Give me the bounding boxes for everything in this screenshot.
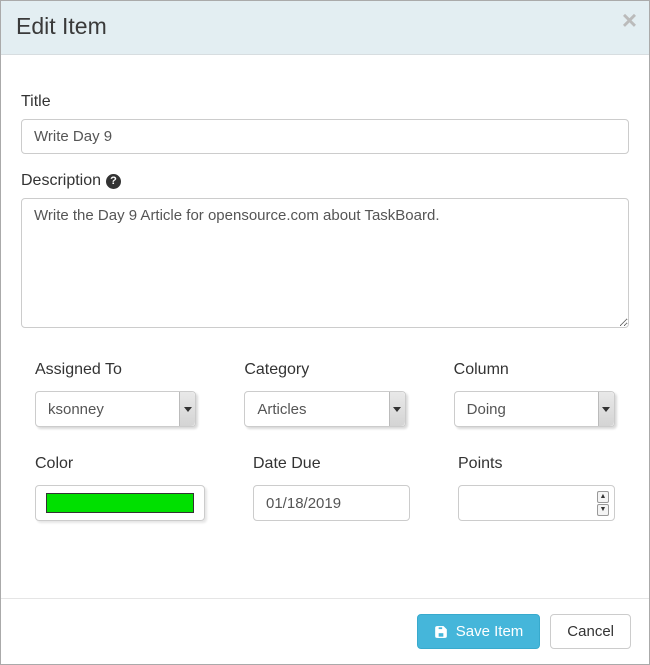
modal-title: Edit Item (16, 13, 634, 40)
save-icon (434, 625, 448, 639)
color-picker[interactable] (35, 485, 205, 521)
description-label-text: Description (21, 172, 101, 190)
cancel-button[interactable]: Cancel (550, 614, 631, 649)
column-label: Column (454, 361, 615, 379)
column-field: Column Doing (440, 361, 629, 427)
title-label: Title (21, 93, 629, 111)
help-icon[interactable]: ? (106, 174, 121, 189)
date-due-input[interactable] (253, 485, 410, 521)
color-label: Color (35, 455, 205, 473)
edit-item-modal: Edit Item × Title Description ? Assigned… (0, 0, 650, 665)
modal-body: Title Description ? Assigned To ksonney … (1, 55, 649, 531)
date-due-field: Date Due (239, 455, 424, 521)
spinner-down-icon[interactable]: ▼ (597, 504, 609, 516)
row-assigned-category-column: Assigned To ksonney Category Articles (21, 361, 629, 427)
spinner-up-icon[interactable]: ▲ (597, 491, 609, 503)
assigned-to-field: Assigned To ksonney (21, 361, 210, 427)
category-label: Category (244, 361, 405, 379)
close-icon[interactable]: × (622, 7, 637, 33)
cancel-button-label: Cancel (567, 623, 614, 640)
save-button-label: Save Item (456, 623, 524, 640)
assigned-to-select[interactable]: ksonney (35, 391, 196, 427)
column-select[interactable]: Doing (454, 391, 615, 427)
date-due-label: Date Due (253, 455, 410, 473)
row-color-date-points: Color Date Due Points ▲ ▼ (21, 455, 629, 521)
points-spinner: ▲ ▼ (597, 489, 611, 517)
category-select[interactable]: Articles (244, 391, 405, 427)
save-item-button[interactable]: Save Item (417, 614, 541, 649)
points-label: Points (458, 455, 615, 473)
description-input[interactable] (21, 198, 629, 328)
modal-header: Edit Item × (1, 1, 649, 55)
title-input[interactable] (21, 119, 629, 154)
points-input[interactable] (458, 485, 615, 521)
assigned-to-label: Assigned To (35, 361, 196, 379)
modal-footer: Save Item Cancel (1, 598, 649, 664)
description-label: Description ? (21, 172, 629, 190)
category-field: Category Articles (230, 361, 419, 427)
color-swatch (46, 493, 194, 513)
color-field: Color (21, 455, 219, 521)
points-field: Points ▲ ▼ (444, 455, 629, 521)
